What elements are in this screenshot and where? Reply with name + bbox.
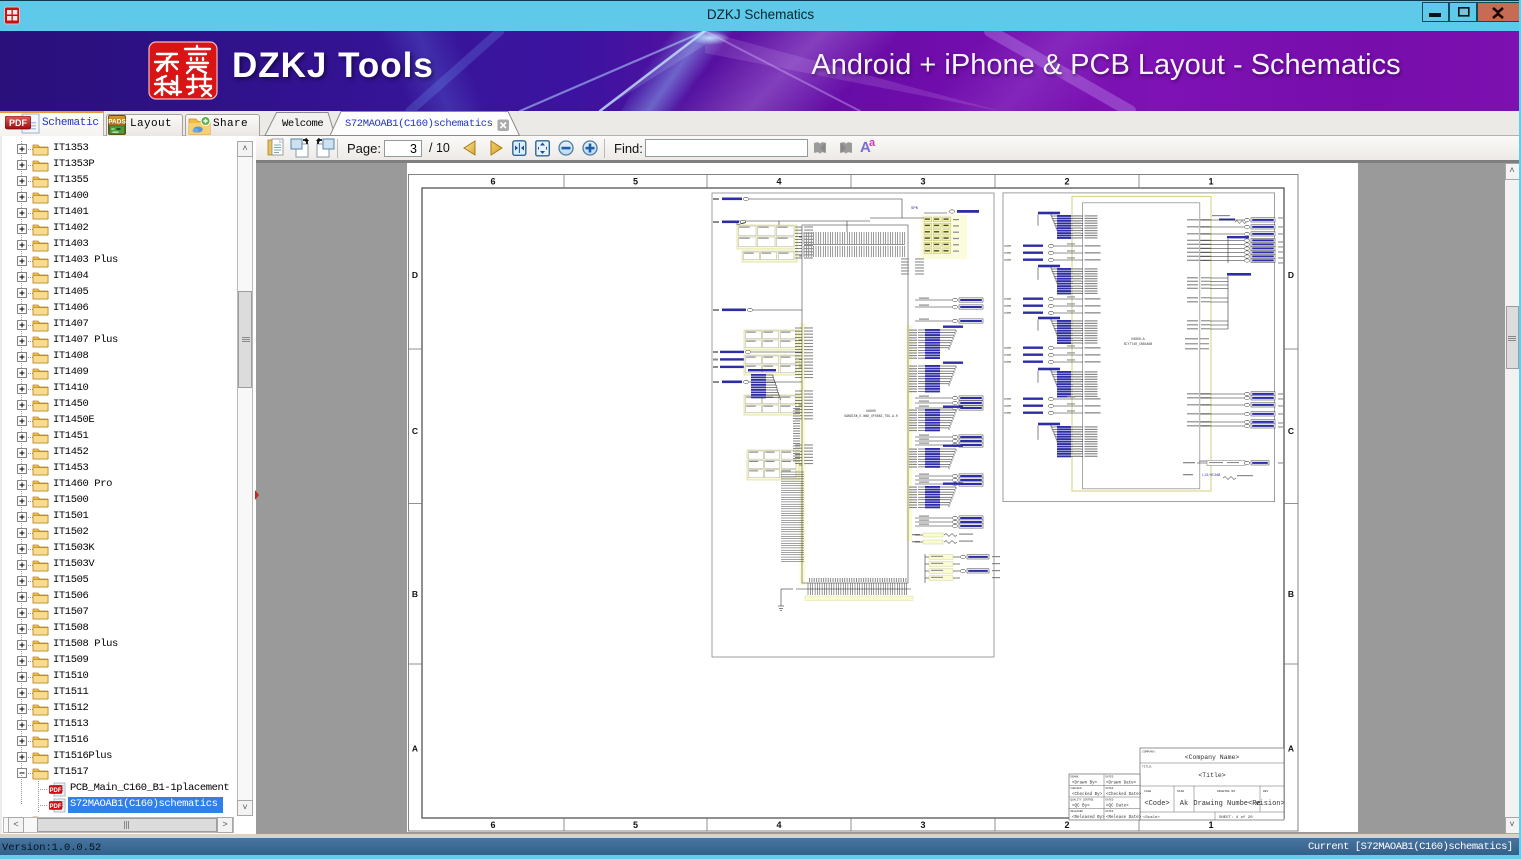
svg-text:<Release Date>: <Release Date>	[1106, 815, 1142, 820]
svg-text:C: C	[412, 426, 418, 436]
svg-text:B: B	[1288, 589, 1294, 599]
svg-text:5: 5	[633, 820, 638, 830]
svg-text:<Title>: <Title>	[1198, 772, 1225, 779]
svg-text:REV: REV	[1263, 790, 1269, 793]
svg-text:RELEASED: RELEASED	[1071, 810, 1084, 813]
svg-text:6: 6	[490, 820, 495, 830]
svg-text:3: 3	[920, 177, 925, 187]
svg-text:SIZE: SIZE	[1177, 790, 1184, 793]
svg-text:<QC By>: <QC By>	[1072, 804, 1090, 809]
svg-text:SHEET: 4 of 20: SHEET: 4 of 20	[1219, 815, 1253, 820]
svg-text:DATED: DATED	[1106, 810, 1114, 813]
svg-text:5: 5	[633, 177, 638, 187]
svg-text:CAGE: CAGE	[1144, 790, 1151, 793]
svg-text:PDF: PDF	[9, 118, 28, 128]
svg-text:DATED: DATED	[1106, 787, 1114, 790]
svg-text:<Released By>: <Released By>	[1072, 815, 1105, 820]
svg-text:D: D	[412, 270, 418, 280]
svg-text:TITLE:: TITLE:	[1142, 766, 1153, 769]
svg-text:<Code>: <Code>	[1144, 800, 1169, 808]
svg-text:SANDISK_E.NND_UFS083_TSG.A.0: SANDISK_E.NND_UFS083_TSG.A.0	[844, 414, 898, 418]
svg-text:2: 2	[1064, 177, 1069, 187]
svg-text:B: B	[412, 589, 418, 599]
svg-text:PDF: PDF	[50, 788, 62, 794]
svg-text:D: D	[1288, 270, 1294, 280]
svg-text:CHECKED: CHECKED	[1071, 787, 1082, 790]
svg-text:2: 2	[1064, 820, 1069, 830]
svg-text:4: 4	[776, 177, 781, 187]
svg-text:vision>: vision>	[1255, 800, 1284, 808]
svg-text:Drawing Numbe<Re: Drawing Numbe<Re	[1193, 800, 1260, 808]
svg-text:A: A	[412, 744, 418, 754]
svg-text:L13/OC2AB: L13/OC2AB	[1202, 473, 1220, 478]
svg-text:<Drawn Date>: <Drawn Date>	[1106, 781, 1137, 786]
svg-text:1: 1	[1208, 820, 1213, 830]
svg-text:DRAWING NO: DRAWING NO	[1217, 790, 1235, 793]
svg-text:SCY7T40_CN04A08: SCY7T40_CN04A08	[1124, 342, 1153, 346]
svg-text:1: 1	[1208, 177, 1213, 187]
svg-text:PADS: PADS	[108, 118, 126, 125]
svg-text:U6800: U6800	[866, 409, 876, 413]
svg-text:DRAWN: DRAWN	[1071, 776, 1079, 779]
svg-text:COMPANY:: COMPANY:	[1142, 751, 1157, 754]
svg-text:<Drawn By>: <Drawn By>	[1072, 781, 1098, 786]
svg-text:3: 3	[920, 820, 925, 830]
svg-text:DATED: DATED	[1106, 799, 1114, 802]
svg-text:PDF: PDF	[50, 804, 62, 810]
svg-text:<Checked Date>: <Checked Date>	[1106, 792, 1142, 797]
svg-text:U6808-A: U6808-A	[1131, 337, 1144, 341]
svg-text:<Scale>: <Scale>	[1143, 815, 1160, 820]
svg-text:SPK: SPK	[911, 207, 919, 211]
svg-text:<Company Name>: <Company Name>	[1185, 754, 1240, 761]
svg-text:4: 4	[776, 820, 781, 830]
svg-text:QUALITY CONTROL: QUALITY CONTROL	[1071, 799, 1095, 802]
svg-text:DATED: DATED	[1106, 776, 1114, 779]
svg-text:Ak: Ak	[1180, 800, 1188, 808]
svg-text:A: A	[1288, 744, 1294, 754]
svg-text:6: 6	[490, 177, 495, 187]
svg-text:<QC Date>: <QC Date>	[1106, 804, 1129, 809]
svg-text:C: C	[1288, 426, 1294, 436]
svg-text:<Checked By>: <Checked By>	[1072, 792, 1103, 797]
